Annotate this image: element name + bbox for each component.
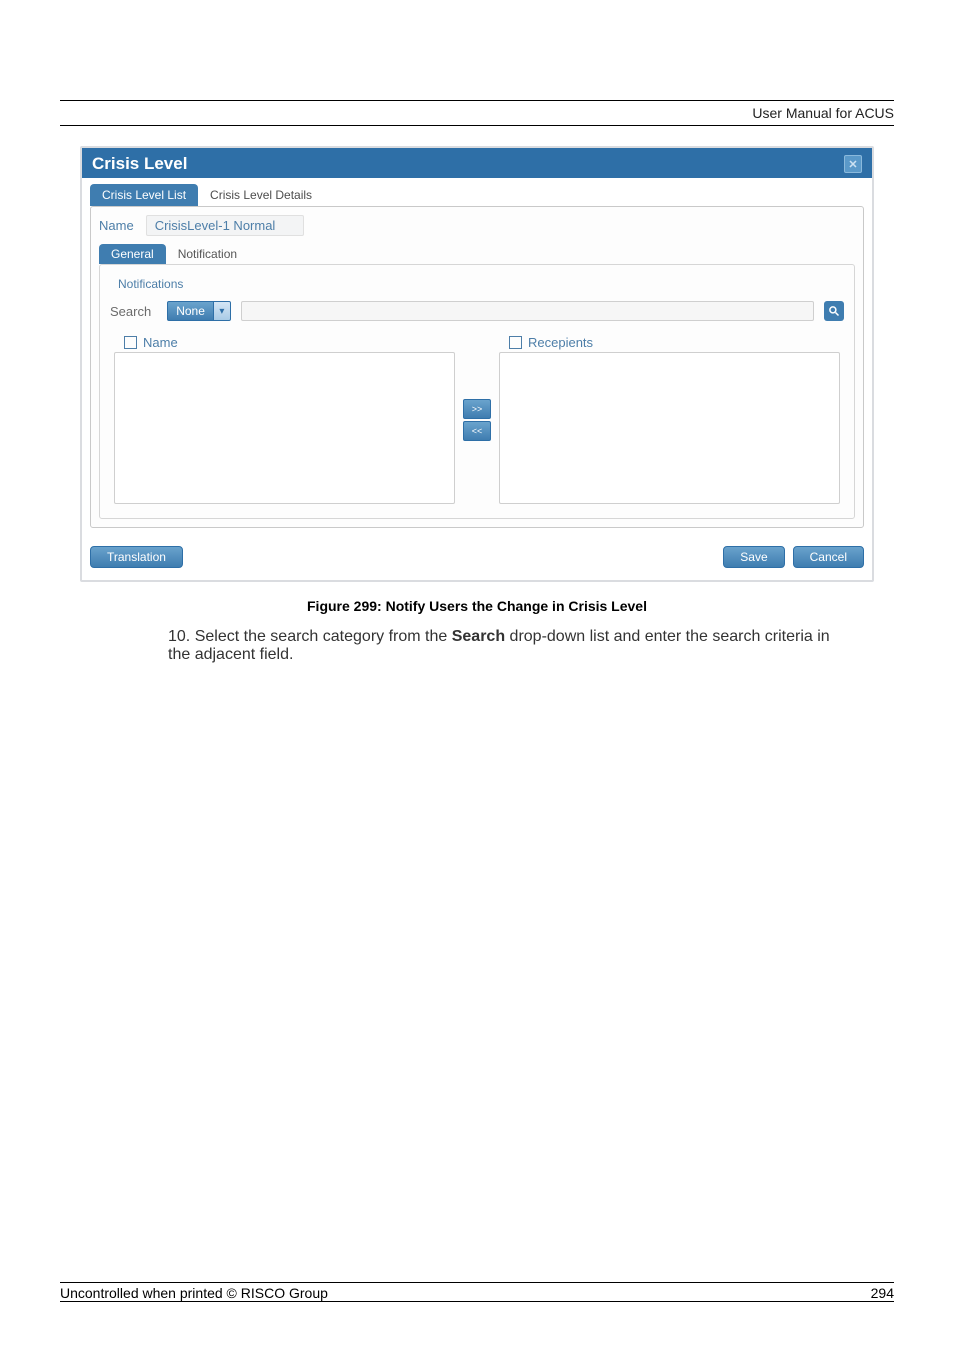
footer-left: Uncontrolled when printed © RISCO Group xyxy=(60,1285,328,1301)
search-label: Search xyxy=(110,304,151,319)
tab-crisis-level-details[interactable]: Crisis Level Details xyxy=(198,184,324,206)
instruction-text-bold: Search xyxy=(452,628,505,645)
crisis-level-dialog: Crisis Level ✕ Crisis Level List Crisis … xyxy=(80,146,874,582)
list-number: 10. xyxy=(168,628,190,645)
recipients-list[interactable] xyxy=(499,352,840,504)
page-number: 294 xyxy=(871,1285,894,1301)
close-icon[interactable]: ✕ xyxy=(844,155,862,173)
name-checkbox[interactable] xyxy=(124,336,137,349)
notifications-legend: Notifications xyxy=(114,277,187,291)
instruction-item-10: 10. Select the search category from the … xyxy=(140,628,854,664)
tab-general[interactable]: General xyxy=(99,244,166,264)
search-input[interactable] xyxy=(241,301,814,321)
name-column-header: Name xyxy=(143,335,178,350)
search-dropdown-value: None xyxy=(168,304,213,318)
chevron-down-icon[interactable]: ▾ xyxy=(213,302,230,320)
save-button[interactable]: Save xyxy=(723,546,784,568)
dialog-title: Crisis Level xyxy=(92,154,187,174)
name-value: CrisisLevel-1 Normal xyxy=(146,215,304,236)
recipients-column-header: Recepients xyxy=(528,335,593,350)
figure-caption: Figure 299: Notify Users the Change in C… xyxy=(60,598,894,614)
search-dropdown[interactable]: None ▾ xyxy=(167,301,231,321)
name-label: Name xyxy=(99,218,134,233)
available-list[interactable] xyxy=(114,352,455,504)
instruction-text-pre: Select the search category from the xyxy=(195,628,452,645)
move-left-button[interactable]: << xyxy=(463,421,491,441)
tab-crisis-level-list[interactable]: Crisis Level List xyxy=(90,184,198,206)
cancel-button[interactable]: Cancel xyxy=(793,546,864,568)
search-icon xyxy=(828,305,840,317)
tab-notification[interactable]: Notification xyxy=(166,244,249,264)
move-right-button[interactable]: >> xyxy=(463,399,491,419)
page-header: User Manual for ACUS xyxy=(60,105,894,121)
translation-button[interactable]: Translation xyxy=(90,546,183,568)
recipients-checkbox[interactable] xyxy=(509,336,522,349)
search-button[interactable] xyxy=(824,301,844,321)
